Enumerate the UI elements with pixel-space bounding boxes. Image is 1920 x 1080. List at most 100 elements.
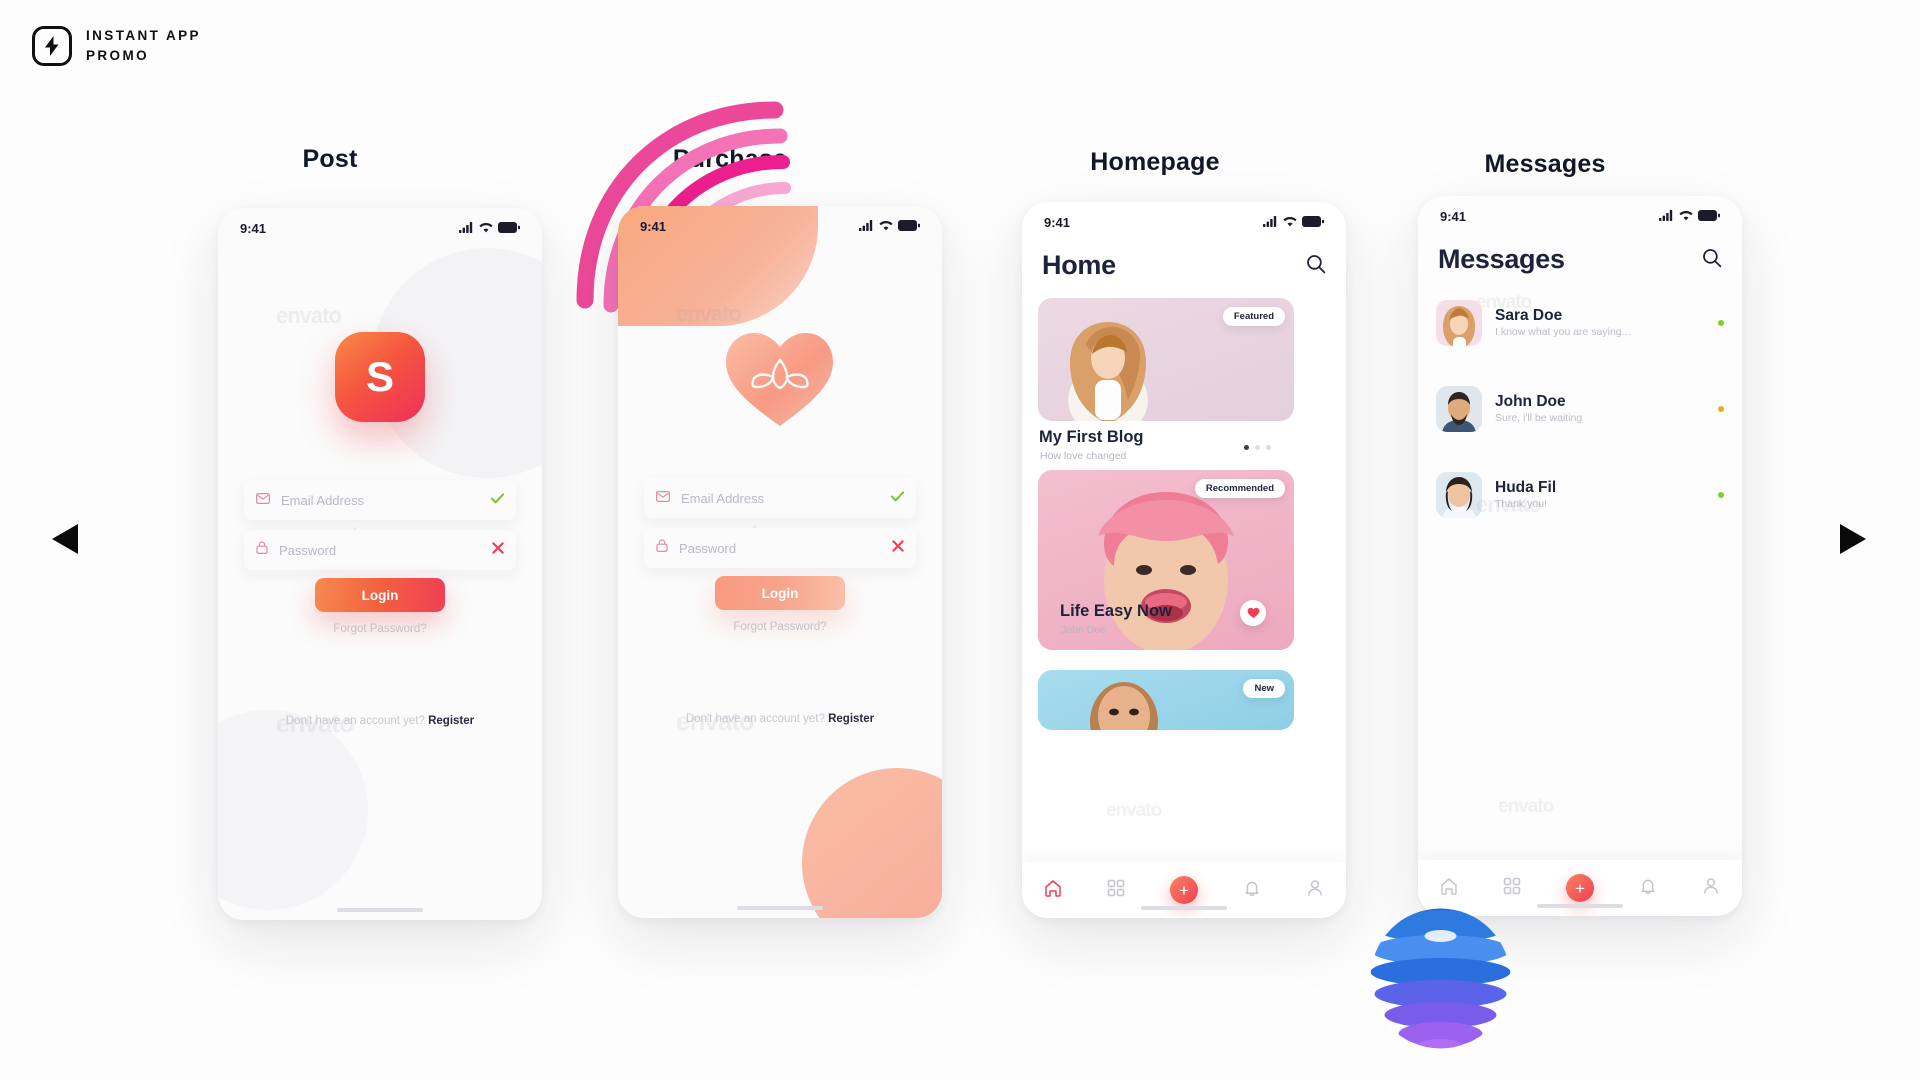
app-logo [720,326,840,436]
status-bar: 9:41 [1418,196,1742,236]
message-thread-row[interactable]: John Doe Sure, i'll be waiting [1436,382,1724,436]
register-row: Don't have an account yet? Register [218,715,542,727]
blog-card-featured[interactable]: Featured [1038,298,1294,421]
wifi-icon [479,221,493,236]
phone-messages: 9:41 Messages envato Sara Doe I know wha… [1418,196,1742,916]
carousel-dots[interactable] [1244,445,1271,450]
password-field[interactable]: Password [644,528,916,568]
search-icon[interactable] [1702,248,1722,273]
signal-icon [1263,215,1278,230]
person-icon[interactable] [1702,877,1720,900]
message-thread-row[interactable]: Sara Doe I know what you are saying... [1436,296,1724,350]
forgot-password-link[interactable]: Forgot Password? [218,623,542,635]
plus-fab-icon[interactable]: + [1565,874,1594,902]
status-bar: 9:41 [218,208,542,248]
person-icon[interactable] [1306,879,1324,902]
wifi-icon [1283,215,1297,230]
home-indicator [337,908,423,912]
wifi-icon [879,219,893,234]
card-title: My First Blog [1039,428,1144,446]
thread-preview: Sure, i'll be waiting [1495,411,1583,424]
status-time: 9:41 [1440,208,1467,224]
carousel-dot[interactable] [1266,445,1271,450]
plus-fab-icon[interactable]: + [1169,876,1198,904]
battery-icon [498,221,520,236]
message-thread-row[interactable]: Huda Fil Thank you! [1436,468,1724,522]
carousel-dot[interactable] [1244,445,1249,450]
signal-icon [1659,209,1674,224]
battery-icon [898,219,920,234]
status-time: 9:41 [1044,214,1071,230]
home-icon[interactable] [1044,879,1062,902]
bell-icon[interactable] [1243,879,1261,902]
card-subtitle: John Doe [1061,624,1106,636]
lightning-bolt-icon [32,26,72,66]
page-title: Messages [1438,244,1565,274]
striped-sphere-decor [1370,908,1511,1049]
status-bar: 9:41 [618,206,942,246]
home-indicator [1537,904,1623,908]
card-badge: Featured [1222,307,1285,326]
bell-icon[interactable] [1639,877,1657,900]
battery-icon [1698,209,1720,224]
signal-icon [859,219,874,234]
signal-icon [459,221,474,236]
brand-line-1: INSTANT APP [86,28,201,44]
login-button[interactable]: Login [715,576,845,610]
envelope-icon [656,489,671,507]
thread-name: John Doe [1495,393,1566,411]
thread-name: Sara Doe [1495,307,1563,325]
email-placeholder: Email Address [681,490,765,506]
valid-check-icon [891,489,904,507]
lotus-flower-icon [726,333,833,426]
page-title: Home [1042,250,1116,280]
brand-logo: INSTANT APP PROMO [32,26,201,66]
grid-icon[interactable] [1107,879,1125,902]
grid-icon[interactable] [1503,877,1521,900]
card-badge: Recommended [1194,479,1285,498]
login-button[interactable]: Login [315,578,445,612]
register-link[interactable]: Register [428,715,474,727]
password-placeholder: Password [679,540,737,556]
search-icon[interactable] [1306,254,1326,279]
home-indicator [737,906,823,910]
invalid-cross-icon [892,539,904,557]
envelope-icon [256,491,271,509]
brand-line-2: PROMO [86,48,150,63]
register-link[interactable]: Register [828,713,874,725]
blog-card-new[interactable]: New [1038,670,1294,730]
thread-name: Huda Fil [1495,479,1557,497]
valid-check-icon [491,491,504,509]
avatar [1436,300,1482,346]
phone-homepage: 9:41 Home envato [1022,202,1346,918]
lock-icon [656,539,668,557]
password-field[interactable]: Password [244,530,516,570]
thread-preview: Thank you! [1495,497,1547,510]
home-indicator [1141,906,1227,910]
watermark: envato [1106,800,1162,821]
like-button[interactable] [1240,600,1266,626]
promo-stage: INSTANT APP PROMO Post Purchase Homepage… [0,0,1920,1080]
phone-purchase: 9:41 envato [618,206,942,918]
card-subtitle: How love changed [1040,450,1127,462]
status-time: 9:41 [240,220,267,236]
home-icon[interactable] [1440,877,1458,900]
password-placeholder: Password [279,542,337,558]
forgot-password-link[interactable]: Forgot Password? [618,621,942,633]
app-logo: S [335,332,425,422]
panel-title-messages: Messages [1484,150,1606,178]
panel-title-post: Post [302,145,358,173]
email-field[interactable]: Email Address [244,480,516,520]
invalid-cross-icon [492,541,504,559]
unread-status-dot [1718,406,1724,412]
watermark: envato [276,303,342,328]
email-placeholder: Email Address [281,492,365,508]
app-logo-letter: S [365,353,394,400]
email-field[interactable]: Email Address [644,478,916,518]
next-arrow[interactable] [1840,524,1866,559]
register-prompt: Don't have an account yet? [285,715,425,727]
card-title: Life Easy Now [1060,602,1172,620]
prev-arrow[interactable] [52,524,78,559]
carousel-dot[interactable] [1255,445,1260,450]
lock-icon [256,541,268,559]
